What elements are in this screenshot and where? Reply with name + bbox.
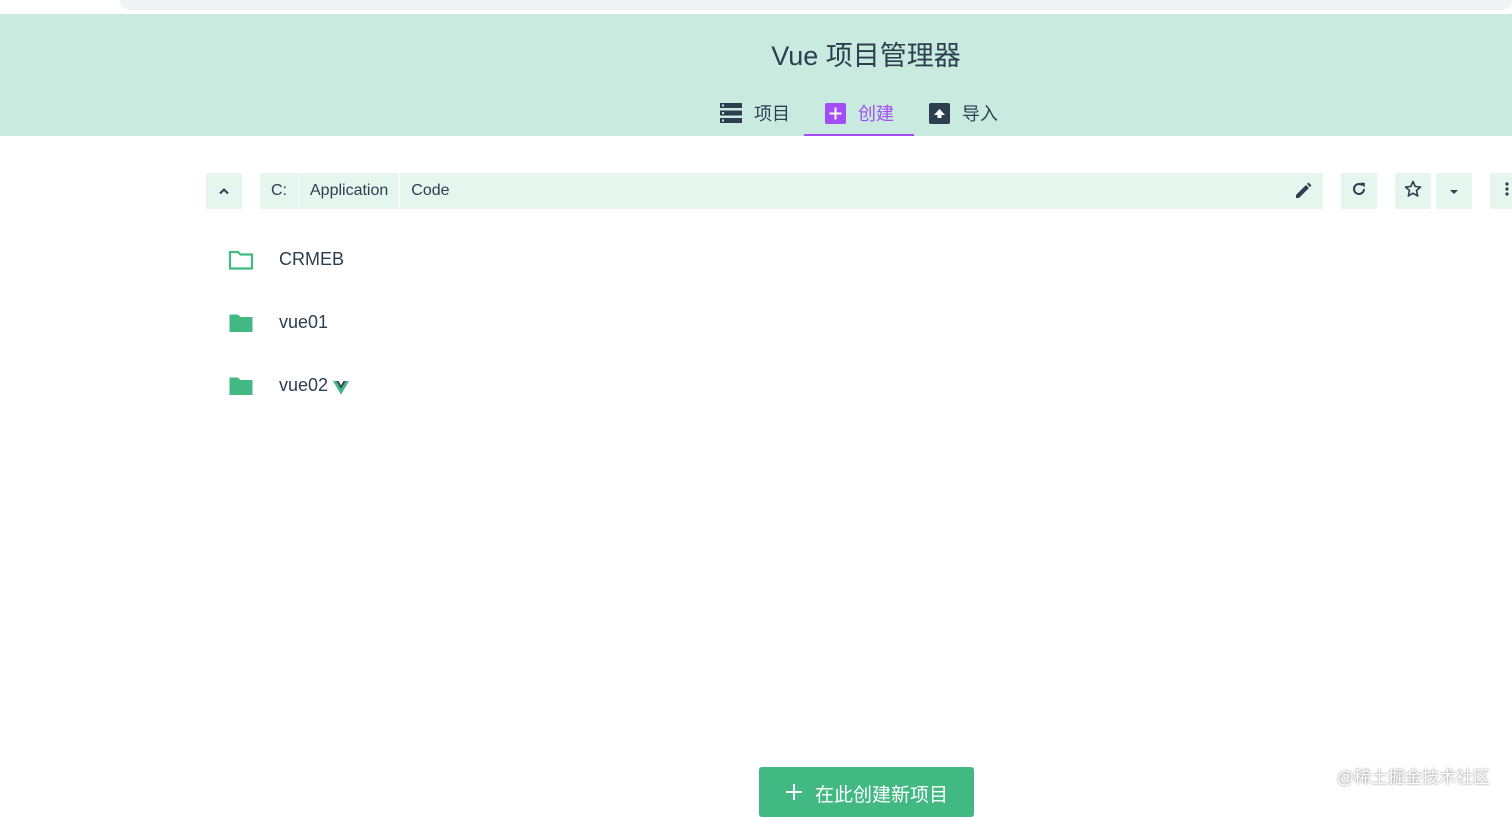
favorite-button[interactable] <box>1395 173 1431 209</box>
tab-projects[interactable]: 项目 <box>706 90 804 136</box>
list-item[interactable]: CRMEB <box>228 228 628 291</box>
list-item[interactable]: vue01 <box>228 291 628 354</box>
folder-icon <box>228 375 256 397</box>
vue-logo-icon <box>333 380 350 395</box>
app-header: Vue 项目管理器 项目 创建 导入 <box>0 14 1512 136</box>
tab-create[interactable]: 创建 <box>804 90 914 136</box>
list-icon <box>720 102 742 124</box>
folder-name: CRMEB <box>279 249 345 269</box>
create-project-button[interactable]: 在此创建新项目 <box>759 767 974 817</box>
star-icon <box>1404 180 1422 203</box>
folder-name: vue01 <box>279 312 329 332</box>
path-segment[interactable]: Application <box>299 173 401 209</box>
path-segment[interactable]: Code <box>400 173 460 209</box>
add-box-icon <box>824 102 846 124</box>
plus-icon <box>785 780 803 807</box>
path-segment[interactable]: C: <box>260 173 299 209</box>
tab-import[interactable]: 导入 <box>914 90 1012 136</box>
tab-bar: 项目 创建 导入 <box>706 90 1012 136</box>
caret-down-icon <box>1449 182 1459 200</box>
folder-list: CRMEB vue01 vue02 <box>228 228 628 417</box>
folder-outline-icon <box>228 249 256 271</box>
browser-address-strip <box>0 0 1512 14</box>
path-breadcrumb: C: Application Code <box>260 173 1323 209</box>
watermark: @稀土掘金技术社区 <box>1336 768 1490 787</box>
tab-label: 导入 <box>962 104 998 124</box>
more-options-button[interactable] <box>1490 173 1512 209</box>
tab-label: 创建 <box>858 104 894 124</box>
folder-icon <box>228 312 256 334</box>
create-project-label: 在此创建新项目 <box>814 785 948 806</box>
refresh-button[interactable] <box>1341 173 1377 209</box>
more-vertical-icon <box>1505 181 1509 201</box>
page-title: Vue 项目管理器 <box>771 41 961 71</box>
address-bar[interactable] <box>120 0 1512 10</box>
import-icon <box>928 102 950 124</box>
chevron-up-icon <box>218 182 230 200</box>
parent-folder-button[interactable] <box>206 173 242 209</box>
list-item[interactable]: vue02 <box>228 354 628 417</box>
edit-path-icon[interactable] <box>1293 181 1313 201</box>
refresh-icon <box>1351 181 1367 202</box>
tab-label: 项目 <box>754 104 790 124</box>
favorites-dropdown-button[interactable] <box>1436 173 1472 209</box>
folder-name: vue02 <box>279 375 329 395</box>
